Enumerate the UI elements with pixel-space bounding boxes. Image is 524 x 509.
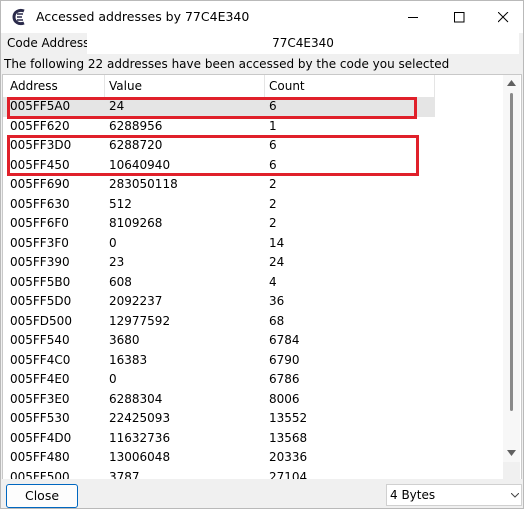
address-cell: 005FF4C0 [10,352,71,367]
value-cell: 16383 [109,352,148,367]
minimize-icon [408,17,418,18]
table-row[interactable]: 005FF5D0 2092237 36 [3,292,435,312]
count-cell: 6784 [269,333,300,347]
table-row[interactable]: 005FF630 512 2 [3,195,435,215]
count-cell: 36 [269,294,285,308]
count-cell: 2 [269,216,277,230]
title-bar[interactable]: Accessed addresses by 77C4E340 [1,1,523,33]
code-address-label: Code Address [7,36,90,50]
address-cell: 005FF690 [10,177,70,191]
accessed-addresses-window: Accessed addresses by 77C4E340 Code Addr… [0,0,524,509]
count-cell: 20336 [269,450,308,464]
column-header-address[interactable]: Address [10,79,58,93]
address-cell: 005FF530 [10,411,70,425]
count-cell: 6786 [269,372,300,386]
address-cell: 005FF620 [10,118,70,133]
column-divider[interactable] [434,75,435,97]
address-cell: 005FF6F0 [10,216,69,230]
address-cell: 005FF630 [10,196,70,211]
table-row[interactable]: 005FF3F0 0 14 [3,234,435,254]
column-divider[interactable] [104,75,105,97]
minimize-button[interactable] [391,1,435,33]
window-title: Accessed addresses by 77C4E340 [36,9,250,24]
address-cell: 005FF4D0 [10,430,72,445]
value-cell: 3680 [109,333,140,347]
table-row[interactable]: 005FF480 13006048 20336 [3,448,435,468]
count-cell: 24 [269,255,285,269]
value-cell: 12977592 [109,313,171,328]
close-window-button[interactable] [481,1,523,33]
info-text: The following 22 addresses have been acc… [4,57,450,71]
value-cell: 22425093 [109,411,171,425]
value-cell: 608 [109,274,132,289]
value-cell: 2092237 [109,294,163,308]
list-header: Address Value Count [3,75,435,98]
value-cell: 0 [109,235,117,250]
address-cell: 005FF540 [10,333,70,347]
table-row[interactable]: 005FF390 23 24 [3,253,435,273]
value-cell: 6288304 [109,391,163,406]
maximize-button[interactable] [437,1,481,33]
value-size-selected: 4 Bytes [390,488,436,502]
column-divider[interactable] [264,75,265,97]
code-address-bar: Code Address 77C4E340 [1,33,523,55]
chevron-down-icon [511,493,519,498]
code-address-field[interactable]: 77C4E340 [87,33,519,54]
cheat-engine-icon [11,8,29,26]
value-cell: 13006048 [109,450,171,464]
count-cell: 4 [269,274,277,289]
scroll-down-icon[interactable] [507,450,516,456]
address-cell: 005FF4E0 [10,372,70,386]
table-row[interactable]: 005FF6F0 8109268 2 [3,214,435,234]
address-cell: 005FF390 [10,255,70,269]
count-cell: 2 [269,177,277,191]
address-cell: 005FF5B0 [10,274,71,289]
accessed-addresses-list[interactable]: Address Value Count 005FF5A0 24 6 005FF620… [2,74,522,480]
count-cell: 2 [269,196,277,211]
scrollbar-thumb[interactable] [510,93,513,411]
table-row[interactable]: 005FF530 22425093 13552 [3,409,435,429]
address-cell: 005FF3E0 [10,391,70,406]
scrollbar-corner [503,462,520,479]
highlight-box-rows-3-4 [7,135,419,176]
scroll-up-icon[interactable] [507,80,516,86]
count-cell: 13568 [269,430,308,445]
value-size-select[interactable]: 4 Bytes [386,484,522,506]
table-row[interactable]: 005FF4D0 11632736 13568 [3,429,435,449]
table-row[interactable]: 005FF4C0 16383 6790 [3,351,435,371]
table-row[interactable]: 005FF690 283050118 2 [3,175,435,195]
count-cell: 8006 [269,391,300,406]
value-cell: 6288956 [109,118,163,133]
address-cell: 005FF480 [10,450,70,464]
table-row[interactable]: 005FF620 6288956 1 [3,117,435,137]
table-row[interactable]: 005FF4E0 0 6786 [3,370,435,390]
close-icon [498,12,509,23]
table-row[interactable]: 005FD500 12977592 68 [3,312,435,332]
address-cell: 005FF3F0 [10,235,69,250]
count-cell: 1 [269,118,277,133]
address-cell: 005FF5D0 [10,294,72,308]
bottom-bar: Close 4 Bytes [1,479,523,508]
value-cell: 23 [109,255,125,269]
count-cell: 6790 [269,352,300,367]
table-row[interactable]: 005FF3E0 6288304 8006 [3,390,435,410]
count-cell: 14 [269,235,285,250]
count-cell: 13552 [269,411,308,425]
value-cell: 0 [109,372,117,386]
table-row[interactable]: 005FF5B0 608 4 [3,273,435,293]
table-row[interactable]: 005FF540 3680 6784 [3,331,435,351]
value-cell: 8109268 [109,216,163,230]
value-cell: 512 [109,196,132,211]
vertical-scrollbar[interactable] [503,75,520,479]
value-cell: 283050118 [109,177,178,191]
address-cell: 005FD500 [10,313,72,328]
maximize-icon [454,12,465,23]
value-cell: 11632736 [109,430,171,445]
column-header-count[interactable]: Count [269,79,305,93]
highlight-box-row-1 [7,97,417,119]
close-button[interactable]: Close [6,484,78,508]
column-header-value[interactable]: Value [109,79,142,93]
count-cell: 68 [269,313,285,328]
